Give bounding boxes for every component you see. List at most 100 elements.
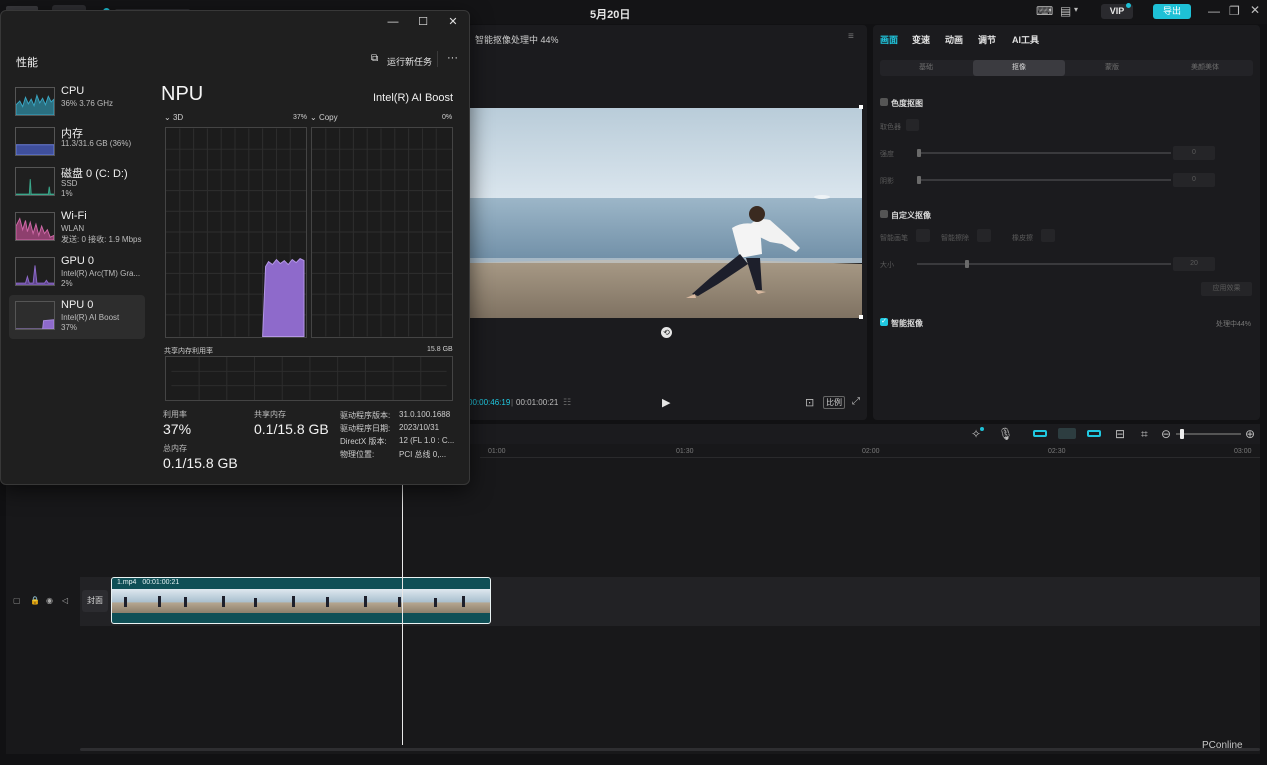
smart-key-checkbox[interactable]: ✓ — [880, 318, 888, 326]
minimize-icon[interactable]: — — [1208, 4, 1220, 18]
graph-engine-selector[interactable]: ⌄ 3D — [164, 113, 183, 122]
physical-location-value: PCI 总线 0,... — [399, 450, 447, 459]
preview-axis-icon[interactable]: ⌗ — [1141, 427, 1148, 442]
minimize-icon[interactable]: — — [378, 15, 408, 29]
play-icon[interactable]: ▶ — [662, 396, 670, 409]
link-main-track-icon[interactable] — [1033, 430, 1047, 437]
ratio-button[interactable]: 比例 — [823, 396, 845, 409]
shadow-slider[interactable] — [917, 179, 1171, 181]
time-separator: | — [511, 398, 514, 407]
preview-video-frame[interactable] — [470, 108, 862, 318]
strength-value[interactable]: 0 — [1173, 146, 1215, 160]
preview-menu-icon[interactable]: ≡ — [848, 31, 854, 42]
memory-sparkline — [15, 127, 55, 156]
strength-label: 强度 — [880, 151, 894, 158]
track-header: ▢ 🔒 ◉ ◁ — [6, 577, 78, 626]
zoom-slider-knob[interactable] — [1180, 429, 1184, 439]
tab-speed[interactable]: 变速 — [912, 33, 930, 46]
strength-slider-knob[interactable] — [917, 149, 921, 157]
tab-animation[interactable]: 动画 — [945, 33, 963, 46]
video-clip[interactable]: 1.mp4 00:01:00:21 — [111, 577, 491, 624]
graph-engine-selector[interactable]: ⌄ Copy — [310, 113, 338, 122]
close-icon[interactable]: ✕ — [1250, 3, 1260, 17]
clip-duration: 00:01:00:21 — [142, 579, 180, 586]
sidebar-item-npu[interactable]: NPU 0 Intel(R) AI Boost 37% — [9, 295, 145, 339]
sidebar-item-gpu[interactable]: GPU 0 Intel(R) Arc(TM) Gra... 2% — [9, 251, 145, 295]
cover-button[interactable]: 封面 — [82, 590, 108, 612]
preview-title: 智能抠像处理中 44% — [475, 35, 559, 45]
timeline-scrollbar[interactable] — [80, 748, 1260, 751]
playhead[interactable] — [402, 485, 403, 745]
magnet-snap-icon[interactable] — [1058, 428, 1076, 439]
shortcut-icon[interactable]: ⌨ — [1036, 4, 1053, 18]
microphone-icon[interactable]: 🎙 — [998, 427, 1013, 441]
track-lock-icon[interactable]: ▢ — [13, 596, 21, 605]
sidebar-item-detail: Intel(R) AI Boost — [61, 313, 120, 322]
track-lock-icon[interactable]: 🔒 — [30, 596, 40, 605]
shadow-value[interactable]: 0 — [1173, 173, 1215, 187]
timeline-toolbar: ✧ 🎙 ⊟ ⌗ ⊖ ⊕ — [468, 424, 1260, 444]
zoom-out-icon[interactable]: ⊖ — [1161, 427, 1171, 441]
sidebar-item-memory[interactable]: 内存 11.3/31.6 GB (36%) — [9, 121, 145, 165]
apply-effect-button[interactable]: 应用效果 — [1201, 282, 1252, 296]
tab-ai-tools[interactable]: AI工具 — [1012, 33, 1039, 46]
close-icon[interactable]: ✕ — [438, 15, 468, 29]
eraser-button[interactable] — [1041, 229, 1055, 242]
size-slider[interactable] — [917, 263, 1171, 265]
track-mute-icon[interactable]: ◁ — [62, 596, 68, 605]
more-options-icon[interactable]: ··· — [447, 52, 458, 64]
color-picker-swatch[interactable] — [906, 119, 919, 131]
smart-eraser-button[interactable] — [977, 229, 991, 242]
npu-sparkline — [15, 301, 55, 330]
smart-brush-button[interactable] — [916, 229, 930, 242]
shadow-slider-knob[interactable] — [917, 176, 921, 184]
sidebar-item-cpu[interactable]: CPU 36% 3.76 GHz — [9, 81, 145, 125]
sidebar-item-name: Wi-Fi — [61, 210, 87, 222]
subtab-mask[interactable]: 蒙版 — [1066, 60, 1158, 76]
ruler-label: 02:00 — [862, 448, 880, 455]
chevron-down-icon[interactable]: ▾ — [1074, 5, 1078, 14]
size-slider-knob[interactable] — [965, 260, 969, 268]
sidebar-item-detail: 1% — [61, 189, 73, 198]
total-memory-value: 0.1/15.8 GB — [163, 455, 238, 471]
layout-icon[interactable]: ▤ — [1060, 4, 1071, 18]
maximize-icon[interactable]: ☐ — [408, 15, 438, 29]
run-new-task-button[interactable]: 运行新任务 — [387, 55, 432, 68]
shadow-label: 阴影 — [880, 178, 894, 185]
subtab-keying[interactable]: 抠像 — [973, 60, 1065, 76]
npu-copy-graph — [311, 127, 453, 338]
sidebar-item-wifi[interactable]: Wi-Fi WLAN 发送: 0 接收: 1.9 Mbps — [9, 206, 145, 250]
sidebar-item-name: CPU — [61, 85, 85, 97]
zoom-in-icon[interactable]: ⊕ — [1245, 427, 1255, 441]
screenshot-icon[interactable]: ⊡ — [805, 396, 814, 409]
strength-slider[interactable] — [917, 152, 1171, 154]
custom-key-title: 自定义抠像 — [891, 211, 931, 220]
ruler-label: 03:00 — [1234, 448, 1252, 455]
page-title: 性能 — [16, 57, 38, 69]
sidebar-item-detail: 发送: 0 接收: 1.9 Mbps — [61, 235, 142, 244]
fullscreen-icon[interactable]: ⤢ — [852, 396, 860, 407]
custom-key-checkbox[interactable] — [880, 210, 888, 218]
preview-current-time: 00:00:46:19 — [468, 398, 511, 407]
split-icon[interactable]: ⊟ — [1115, 427, 1125, 441]
restore-icon[interactable]: ❐ — [1229, 4, 1240, 18]
run-task-icon[interactable]: ⧉ — [371, 53, 378, 64]
subtab-beauty[interactable]: 美颜美体 — [1159, 60, 1251, 76]
rotate-icon[interactable]: ⟲ — [661, 327, 672, 338]
zoom-slider[interactable] — [1176, 433, 1241, 435]
track-visibility-icon[interactable]: ◉ — [46, 596, 53, 605]
tab-adjust[interactable]: 调节 — [978, 33, 996, 46]
sidebar-item-detail: SSD — [61, 179, 78, 188]
link-audio-icon[interactable] — [1087, 430, 1101, 437]
size-value[interactable]: 20 — [1173, 257, 1215, 271]
export-button[interactable]: 导出 — [1153, 4, 1191, 19]
sidebar-item-disk[interactable]: 磁盘 0 (C: D:) SSD 1% — [9, 161, 145, 205]
crop-handle[interactable] — [859, 315, 863, 319]
crop-handle[interactable] — [859, 105, 863, 109]
chroma-key-checkbox[interactable] — [880, 98, 888, 106]
subtab-basic[interactable]: 基础 — [880, 60, 972, 76]
tab-picture[interactable]: 画面 — [880, 33, 898, 46]
smart-eraser-label: 智能擦除 — [941, 235, 969, 242]
timeline-grid-icon[interactable]: ☷ — [563, 397, 571, 408]
shared-memory-value: 0.1/15.8 GB — [254, 421, 329, 437]
